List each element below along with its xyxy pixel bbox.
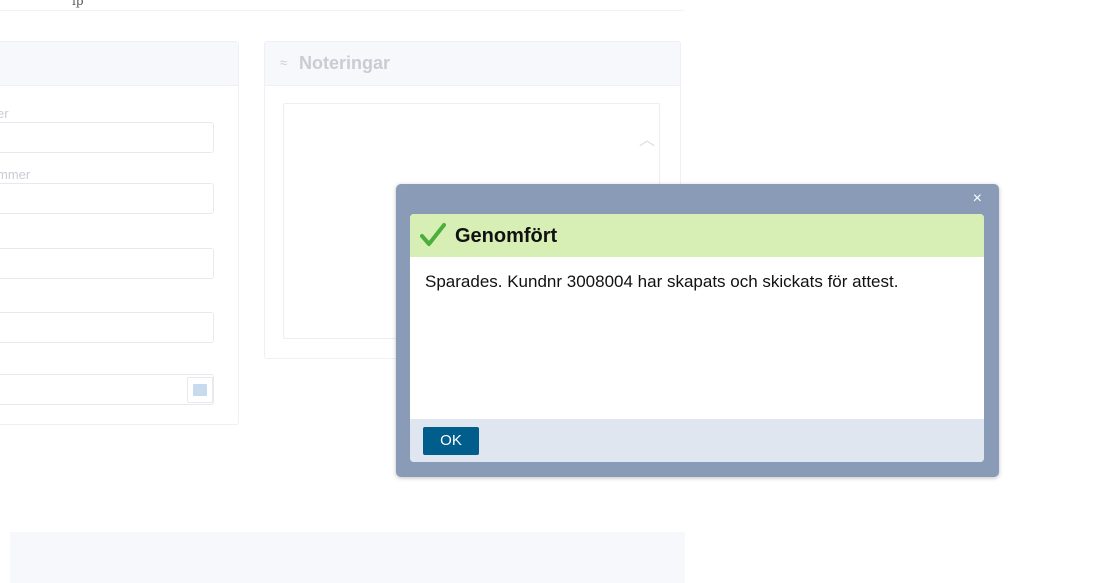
customer-form-panel: er mmer — [0, 41, 239, 425]
field-input-4[interactable] — [0, 312, 214, 343]
calendar-icon — [193, 384, 207, 396]
field-label-1: er — [0, 106, 9, 121]
field-input-2[interactable] — [0, 183, 214, 214]
success-dialog: × Genomfört Sparades. Kundnr 3008004 har… — [396, 184, 999, 477]
dialog-header: Genomfört — [410, 214, 984, 257]
scroll-up-icon[interactable]: ︿ — [639, 126, 655, 150]
dialog-title: Genomfört — [455, 225, 558, 247]
dialog-body: Genomfört Sparades. Kundnr 3008004 har s… — [410, 214, 984, 462]
close-icon[interactable]: × — [973, 190, 982, 208]
top-strip-glyph: ip — [72, 0, 84, 8]
field-label-2: mmer — [0, 167, 31, 182]
notes-panel-header[interactable]: ≈ Noteringar — [265, 42, 680, 86]
date-input[interactable] — [0, 374, 214, 405]
bottom-section-header — [10, 532, 685, 583]
collapse-chevron-icon[interactable]: ≈ — [280, 55, 287, 70]
dialog-message: Sparades. Kundnr 3008004 har skapats och… — [425, 272, 899, 291]
top-strip: ip — [0, 0, 684, 11]
checkmark-icon — [420, 223, 446, 246]
ok-button[interactable]: OK — [423, 427, 479, 455]
customer-form-panel-header — [0, 42, 238, 86]
field-input-3[interactable] — [0, 248, 214, 279]
field-input-1[interactable] — [0, 122, 214, 153]
notes-panel-title: Noteringar — [299, 53, 391, 73]
dialog-footer: OK — [410, 419, 984, 462]
calendar-button[interactable] — [187, 377, 213, 403]
